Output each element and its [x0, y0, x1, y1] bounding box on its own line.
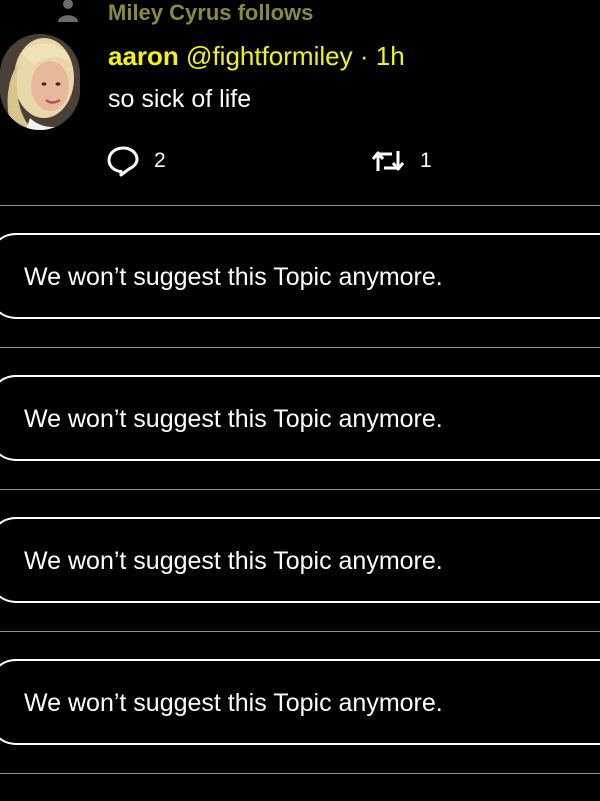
- notice-text: We won’t suggest this Topic anymore.: [24, 405, 443, 433]
- divider: [0, 631, 600, 632]
- social-context-text[interactable]: Miley Cyrus follows: [108, 0, 313, 26]
- header-separator: ·: [359, 41, 369, 71]
- tweet-header: aaron @fightformiley · 1h: [108, 40, 405, 72]
- retweet-count: 1: [420, 149, 432, 172]
- topic-dismissed-notice: We won’t suggest this Topic anymore.: [0, 375, 600, 461]
- author-handle[interactable]: @fightformiley: [186, 41, 353, 71]
- reply-icon: [106, 145, 140, 177]
- tweet-timestamp[interactable]: 1h: [376, 41, 405, 71]
- divider: [0, 773, 600, 774]
- topic-dismissed-notice: We won’t suggest this Topic anymore.: [0, 233, 600, 319]
- divider: [0, 489, 600, 490]
- person-icon: [56, 0, 80, 22]
- notice-text: We won’t suggest this Topic anymore.: [24, 689, 443, 717]
- reply-button[interactable]: 2: [106, 144, 166, 178]
- divider: [0, 205, 600, 206]
- retweet-button[interactable]: 1: [370, 144, 432, 178]
- topic-dismissed-notice: We won’t suggest this Topic anymore.: [0, 517, 600, 603]
- reply-count: 2: [154, 149, 166, 172]
- notice-text: We won’t suggest this Topic anymore.: [24, 547, 443, 575]
- retweet-icon: [370, 147, 406, 175]
- notice-text: We won’t suggest this Topic anymore.: [24, 263, 443, 291]
- tweet-text: so sick of life: [108, 85, 252, 113]
- topic-dismissed-notice: We won’t suggest this Topic anymore.: [0, 659, 600, 745]
- divider: [0, 347, 600, 348]
- author-name[interactable]: aaron: [108, 41, 179, 71]
- avatar[interactable]: [0, 34, 80, 130]
